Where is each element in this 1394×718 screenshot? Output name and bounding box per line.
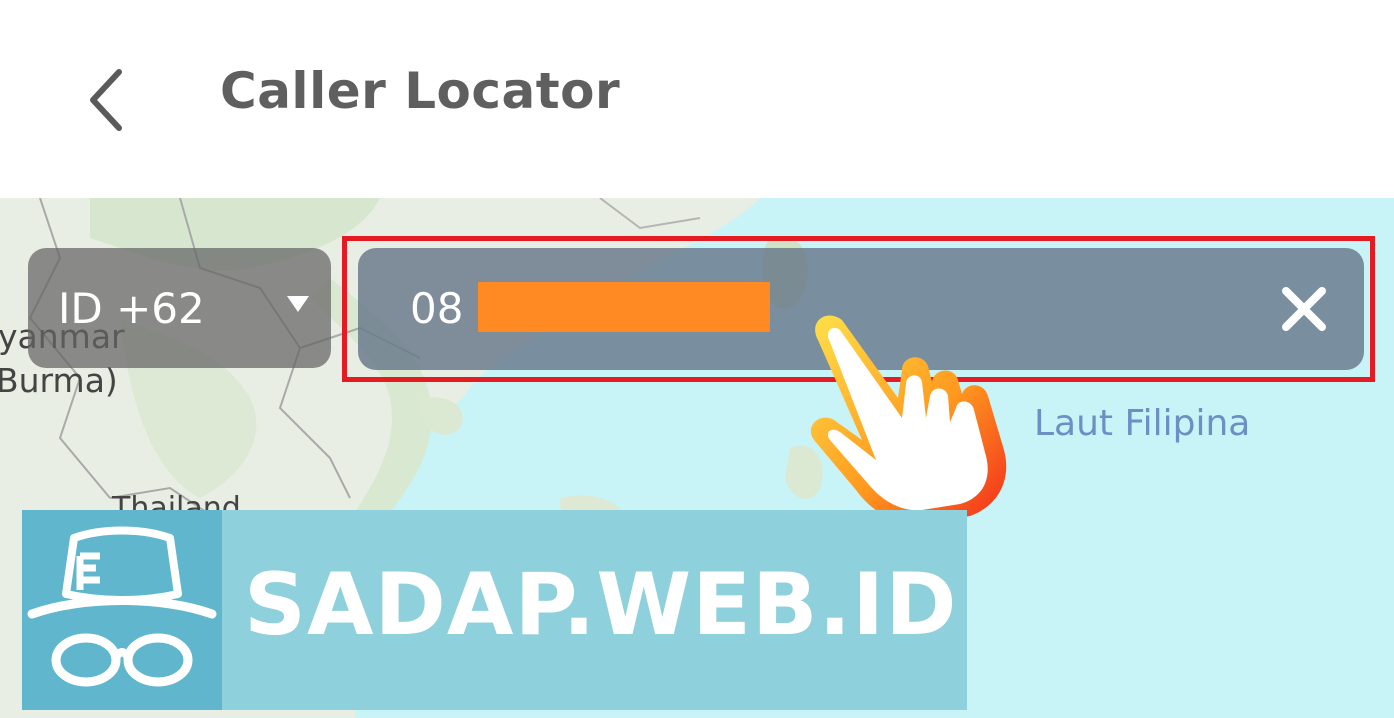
watermark-banner: SADAP.WEB.ID bbox=[22, 510, 967, 710]
phone-number-prefix: 08 bbox=[410, 284, 464, 333]
map-label-sea: Laut Filipina bbox=[1034, 403, 1251, 444]
map-label-burma: Burma) bbox=[0, 361, 118, 400]
spy-hat-glasses-icon bbox=[22, 510, 222, 710]
triangle-down-icon bbox=[287, 296, 309, 312]
chevron-left-icon bbox=[90, 69, 122, 131]
country-code-value: ID +62 bbox=[58, 283, 205, 333]
clear-input-button[interactable] bbox=[1278, 283, 1330, 335]
country-code-select[interactable]: ID +62 bbox=[28, 248, 331, 368]
app-bar: Caller Locator bbox=[0, 0, 1394, 198]
back-button[interactable] bbox=[70, 60, 140, 140]
redaction-bar bbox=[478, 282, 770, 332]
close-icon bbox=[1282, 287, 1326, 331]
watermark-text: SADAP.WEB.ID bbox=[244, 555, 958, 655]
page-title: Caller Locator bbox=[220, 62, 621, 120]
hand-pointer-icon bbox=[810, 315, 1007, 525]
